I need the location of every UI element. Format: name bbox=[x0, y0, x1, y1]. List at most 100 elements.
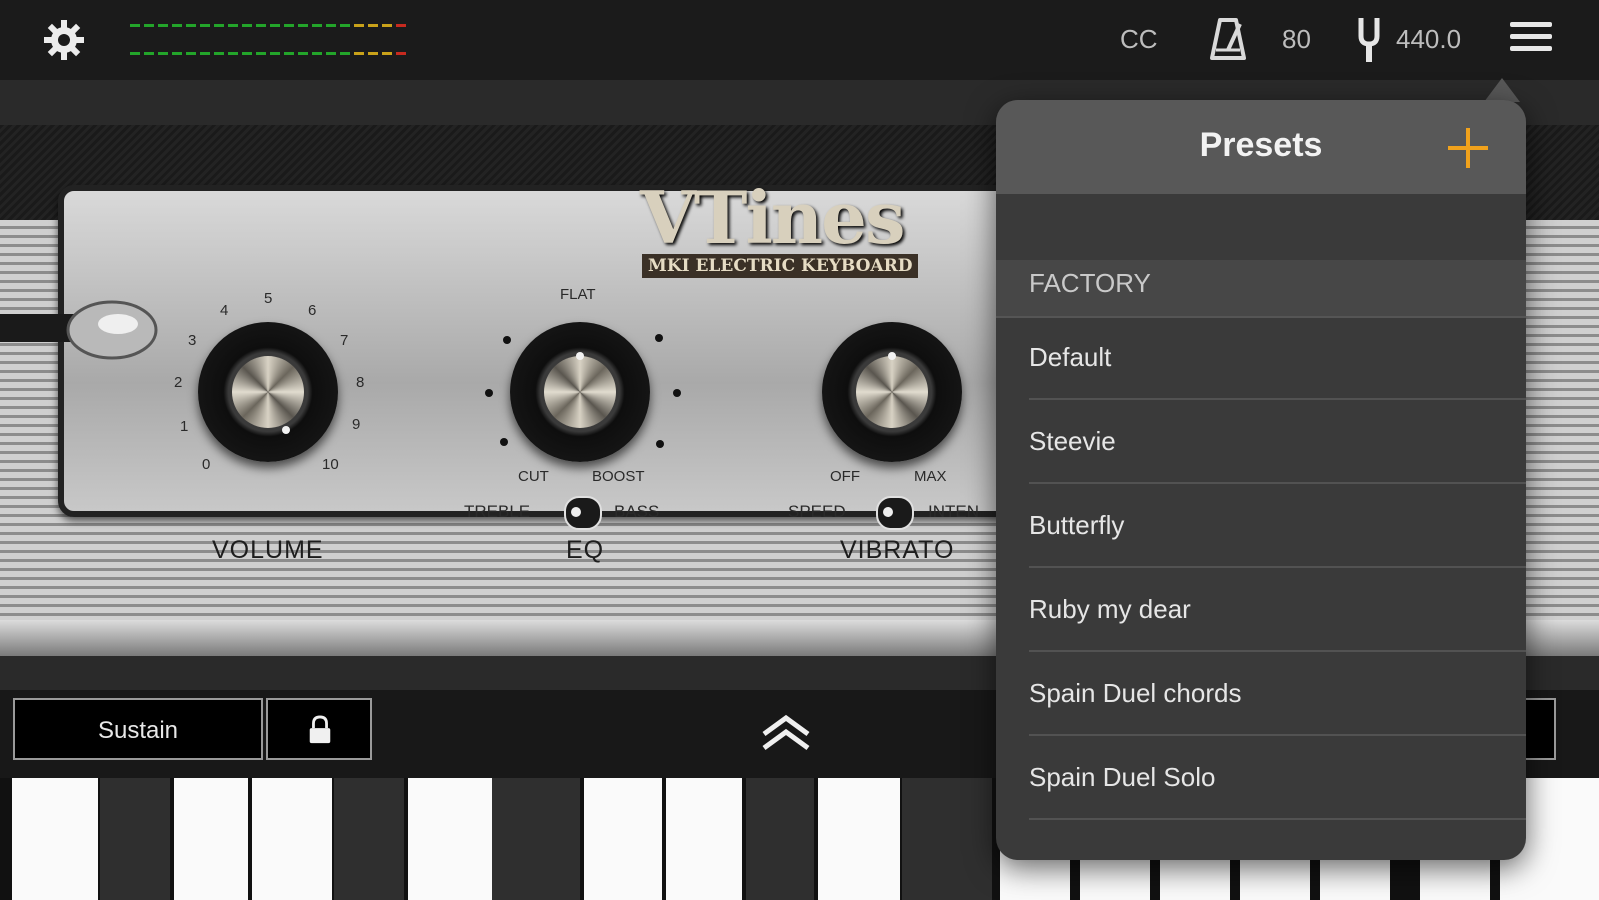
preset-item[interactable]: Default bbox=[996, 316, 1526, 400]
piano-white-key[interactable] bbox=[818, 778, 900, 900]
eq-label: EQ bbox=[566, 536, 605, 564]
piano-black-key[interactable] bbox=[100, 778, 170, 900]
meter-segment bbox=[340, 52, 350, 55]
preset-label: Steevie bbox=[1029, 426, 1116, 456]
tempo-value[interactable]: 80 bbox=[1282, 24, 1311, 55]
meter-segment bbox=[172, 24, 182, 27]
volume-scale-0: 0 bbox=[202, 456, 211, 473]
eq-marker-dot bbox=[485, 389, 493, 397]
meter-segment bbox=[256, 52, 266, 55]
cc-button[interactable]: CC bbox=[1120, 24, 1158, 55]
presets-section-header: FACTORY bbox=[996, 260, 1526, 318]
vibrato-mode-switch[interactable] bbox=[876, 496, 914, 530]
vibrato-max-label: MAX bbox=[914, 468, 947, 485]
meter-segment bbox=[368, 52, 378, 55]
sustain-lock-button[interactable] bbox=[266, 698, 372, 760]
level-meter-left bbox=[130, 24, 412, 28]
eq-treble-label: TREBLE bbox=[464, 502, 531, 521]
meter-segment bbox=[368, 24, 378, 27]
volume-scale-2: 2 bbox=[174, 374, 183, 391]
piano-black-key[interactable] bbox=[334, 778, 404, 900]
input-jack-icon bbox=[0, 300, 158, 360]
chevron-up-icon[interactable] bbox=[760, 712, 812, 752]
eq-marker-dot bbox=[500, 438, 508, 446]
piano-black-key[interactable] bbox=[746, 778, 814, 900]
preset-item[interactable]: Spain Duel Solo bbox=[996, 736, 1526, 820]
meter-segment bbox=[214, 24, 224, 27]
meter-segment bbox=[284, 52, 294, 55]
volume-scale-9: 9 bbox=[352, 416, 361, 433]
preset-item[interactable]: Spain Duel chords bbox=[996, 652, 1526, 736]
meter-segment bbox=[326, 24, 336, 27]
meter-segment bbox=[396, 24, 406, 27]
meter-segment bbox=[326, 52, 336, 55]
presets-header: Presets bbox=[996, 100, 1526, 194]
piano-black-key[interactable] bbox=[492, 778, 580, 900]
eq-cut-label: CUT bbox=[518, 468, 549, 485]
eq-marker-dot bbox=[673, 389, 681, 397]
meter-segment bbox=[130, 52, 140, 55]
piano-white-key[interactable] bbox=[174, 778, 248, 900]
volume-knob[interactable] bbox=[198, 322, 338, 462]
menu-icon[interactable] bbox=[1510, 22, 1552, 58]
meter-segment bbox=[298, 52, 308, 55]
preset-label: Spain Duel Solo bbox=[1029, 762, 1216, 792]
metronome-icon[interactable] bbox=[1208, 16, 1248, 62]
meter-segment bbox=[130, 24, 140, 27]
tuning-fork-icon[interactable] bbox=[1356, 16, 1382, 64]
eq-knob[interactable] bbox=[510, 322, 650, 462]
volume-label: VOLUME bbox=[212, 536, 324, 564]
sustain-button[interactable]: Sustain bbox=[13, 698, 263, 760]
piano-white-key[interactable] bbox=[252, 778, 332, 900]
popover-arrow bbox=[1484, 78, 1520, 102]
meter-segment bbox=[228, 24, 238, 27]
meter-segment bbox=[312, 52, 322, 55]
piano-white-key[interactable] bbox=[584, 778, 662, 900]
vibrato-off-label: OFF bbox=[830, 468, 860, 485]
volume-scale-3: 3 bbox=[188, 332, 197, 349]
meter-segment bbox=[144, 52, 154, 55]
eq-flat-label: FLAT bbox=[560, 286, 596, 303]
presets-popover: Presets FACTORY Default Steevie Butterfl… bbox=[996, 100, 1526, 860]
volume-scale-10: 10 bbox=[322, 456, 339, 473]
gear-icon[interactable] bbox=[42, 18, 86, 62]
meter-segment bbox=[200, 52, 210, 55]
meter-segment bbox=[144, 24, 154, 27]
volume-scale-4: 4 bbox=[220, 302, 229, 319]
volume-scale-7: 7 bbox=[340, 332, 349, 349]
meter-segment bbox=[382, 24, 392, 27]
piano-black-key[interactable] bbox=[902, 778, 992, 900]
lock-icon bbox=[309, 715, 331, 744]
volume-scale-1: 1 bbox=[180, 418, 189, 435]
presets-title: Presets bbox=[1199, 126, 1323, 164]
tuning-value[interactable]: 440.0 bbox=[1396, 24, 1461, 55]
meter-segment bbox=[158, 24, 168, 27]
top-toolbar: CC 80 440.0 bbox=[0, 0, 1599, 80]
preset-item[interactable]: Butterfly bbox=[996, 484, 1526, 568]
volume-scale-6: 6 bbox=[308, 302, 317, 319]
volume-scale-5: 5 bbox=[264, 290, 273, 307]
eq-marker-dot bbox=[503, 336, 511, 344]
vibrato-label: VIBRATO bbox=[840, 536, 955, 564]
preset-label: Ruby my dear bbox=[1029, 594, 1191, 624]
presets-section-label: FACTORY bbox=[1029, 268, 1151, 298]
meter-segment bbox=[354, 52, 364, 55]
meter-segment bbox=[158, 52, 168, 55]
preset-item[interactable]: Ruby my dear bbox=[996, 568, 1526, 652]
vibrato-speed-label: SPEED bbox=[788, 502, 846, 521]
add-preset-icon[interactable] bbox=[1448, 128, 1488, 168]
vibrato-intensity-label: INTEN bbox=[928, 502, 979, 521]
meter-segment bbox=[298, 24, 308, 27]
brand-logo: VTines MKI ELECTRIC KEYBOARD bbox=[640, 182, 960, 278]
eq-mode-switch[interactable] bbox=[564, 496, 602, 530]
logo-subtitle: MKI ELECTRIC KEYBOARD bbox=[642, 254, 919, 278]
meter-segment bbox=[186, 24, 196, 27]
preset-item[interactable]: Steevie bbox=[996, 400, 1526, 484]
meter-segment bbox=[354, 24, 364, 27]
meter-segment bbox=[242, 52, 252, 55]
piano-white-key[interactable] bbox=[666, 778, 742, 900]
vibrato-knob[interactable] bbox=[822, 322, 962, 462]
meter-segment bbox=[340, 24, 350, 27]
volume-scale-8: 8 bbox=[356, 374, 365, 391]
piano-white-key[interactable] bbox=[12, 778, 98, 900]
